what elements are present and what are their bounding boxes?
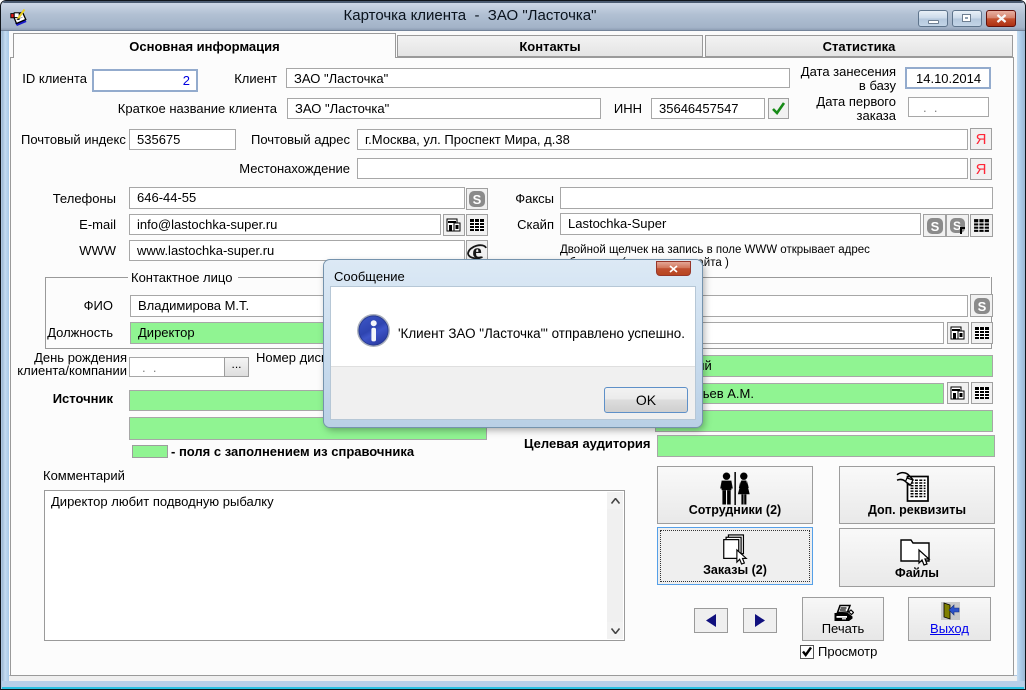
svg-text:S: S <box>952 219 960 233</box>
svg-text:S: S <box>977 299 986 314</box>
svg-text:S: S <box>930 219 939 234</box>
